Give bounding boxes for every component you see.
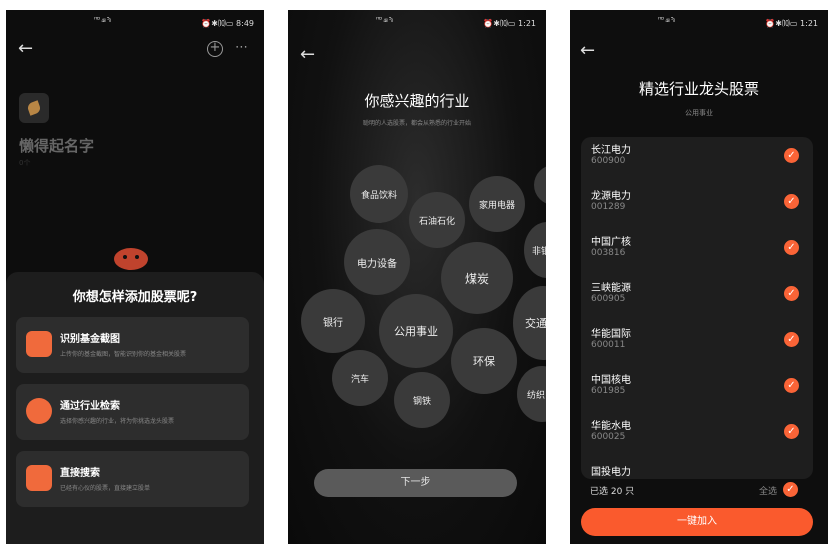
stock-code: 001289 [591,202,626,212]
stock-code: 600905 [591,294,626,304]
industry-bubble[interactable]: 煤炭 [441,242,513,314]
portfolio-count: 0个 [19,159,31,167]
industry-bubble[interactable]: 银行 [301,289,365,353]
stock-name: 华能国际 [591,329,631,340]
industry-bubble[interactable]: 非银 [524,222,546,278]
screen-leader-stocks: ᴴᴰ ₄ᵢₗ ⁵ᵢₗ ⏰✱⑽▭ 1:21 ← 精选行业龙头股票 公用事业 长江电… [570,10,828,544]
stock-row[interactable]: 龙源电力 001289 ✓ [591,185,803,231]
select-all-check-icon[interactable]: ✓ [783,482,798,497]
industry-bubble-offscreen[interactable] [534,165,546,205]
back-arrow-icon[interactable]: ← [300,46,315,64]
industry-bubble[interactable]: 钢铁 [394,372,450,428]
stock-row[interactable]: 华能国际 600011 ✓ [591,323,803,369]
bottom-sheet: 你想怎样添加股票呢? 识别基金截图 上传你的基金截图，智能识别你的基金相关股票 … [6,272,264,544]
mascot-icon [114,248,148,270]
status-right: ⏰✱⑽▭ 1:21 [765,19,818,28]
option-industry-search[interactable]: 通过行业检索 选择你感兴趣的行业，将为你挑选龙头股票 [16,384,249,440]
page-title: 精选行业龙头股票 [638,80,759,98]
select-all-label[interactable]: 全选 [759,484,777,497]
check-icon[interactable]: ✓ [784,286,799,301]
stock-row[interactable]: 国投电力 [591,461,803,479]
stock-code: 003816 [591,248,626,258]
industry-bubble[interactable]: 纺织 [517,366,546,422]
stock-row[interactable]: 长江电力 600900 ✓ [591,139,803,185]
page-subtitle: 聪明的人选股票，都会从熟悉的行业开始 [362,120,471,127]
stock-list: 长江电力 600900 ✓ 龙源电力 001289 ✓ 中国广核 003816 … [581,137,813,479]
carrier-signal: ᴴᴰ ₄ᵢₗ ⁵ᵢₗ [376,16,393,24]
more-icon[interactable]: ⋯ [235,40,249,55]
search-doc-icon [26,465,52,491]
check-icon[interactable]: ✓ [784,194,799,209]
stock-row[interactable]: 三峡能源 600905 ✓ [591,277,803,323]
stock-row[interactable]: 中国广核 003816 ✓ [591,231,803,277]
stock-name: 华能水电 [591,421,631,432]
screen-add-stock-method: ᴴᴰ ₄ᵢₗ ⁵ᵢₗ ⏰✱⑽▭ 8:49 ← + ⋯ 懒得起名字 0个 你想怎样… [6,10,264,544]
stock-code: 601985 [591,386,626,396]
stock-name: 中国广核 [591,237,631,248]
stock-code: 600025 [591,432,626,442]
option-desc: 已经有心仪的股票，直接建立股单 [60,485,151,492]
stock-name: 中国核电 [591,375,631,386]
carrier-signal: ᴴᴰ ₄ᵢₗ ⁵ᵢₗ [94,16,111,24]
back-arrow-icon[interactable]: ← [580,42,595,60]
back-arrow-icon[interactable]: ← [18,40,33,58]
status-bar: ᴴᴰ ₄ᵢₗ ⁵ᵢₗ ⏰✱⑽▭ 1:21 [288,10,546,32]
option-fund-screenshot[interactable]: 识别基金截图 上传你的基金截图，智能识别你的基金相关股票 [16,317,249,373]
industry-bubble[interactable]: 交通 [513,286,546,360]
portfolio-avatar [19,93,49,123]
stock-name: 三峡能源 [591,283,631,294]
industry-bubble[interactable]: 汽车 [332,350,388,406]
check-icon[interactable]: ✓ [784,332,799,347]
carrier-signal: ᴴᴰ ₄ᵢₗ ⁵ᵢₗ [658,16,675,24]
stock-code: 600900 [591,156,626,166]
check-icon[interactable]: ✓ [784,378,799,393]
option-title: 识别基金截图 [60,334,120,345]
industry-bubble[interactable]: 公用事业 [379,294,453,368]
stock-row[interactable]: 华能水电 600025 ✓ [591,415,803,461]
selection-bar: 已选 20 只 全选 ✓ [570,479,828,501]
option-direct-search[interactable]: 直接搜索 已经有心仪的股票，直接建立股单 [16,451,249,507]
status-bar: ᴴᴰ ₄ᵢₗ ⁵ᵢₗ ⏰✱⑽▭ 8:49 [6,10,264,32]
stock-name: 国投电力 [591,467,631,478]
chart-icon [26,331,52,357]
industry-bubble[interactable]: 电力设备 [344,229,410,295]
target-icon [26,398,52,424]
check-icon[interactable]: ✓ [784,240,799,255]
page-subtitle: 公用事业 [685,109,713,117]
page-title: 你感兴趣的行业 [364,92,470,110]
stock-name: 龙源电力 [591,191,631,202]
option-desc: 上传你的基金截图，智能识别你的基金相关股票 [60,351,187,358]
check-icon[interactable]: ✓ [784,148,799,163]
sheet-title: 你想怎样添加股票呢? [72,290,198,305]
industry-bubble[interactable]: 家用电器 [469,176,525,232]
industry-bubble[interactable]: 环保 [451,328,517,394]
add-circle-icon[interactable]: + [207,41,223,57]
status-right: ⏰✱⑽▭ 8:49 [201,19,254,28]
stock-code: 600011 [591,340,626,350]
option-desc: 选择你感兴趣的行业，将为你挑选龙头股票 [60,418,175,425]
add-all-button[interactable]: 一键加入 [581,508,813,536]
next-button[interactable]: 下一步 [314,469,517,497]
industry-bubble[interactable]: 石油石化 [409,192,465,248]
selected-count: 已选 20 只 [590,487,635,497]
option-title: 通过行业检索 [60,401,120,412]
stock-row[interactable]: 中国核电 601985 ✓ [591,369,803,415]
industry-bubble[interactable]: 食品饮料 [350,165,408,223]
status-right: ⏰✱⑽▭ 1:21 [483,19,536,28]
stock-name: 长江电力 [591,145,631,156]
check-icon[interactable]: ✓ [784,424,799,439]
status-bar: ᴴᴰ ₄ᵢₗ ⁵ᵢₗ ⏰✱⑽▭ 1:21 [570,10,828,32]
screen-industry-select: ᴴᴰ ₄ᵢₗ ⁵ᵢₗ ⏰✱⑽▭ 1:21 ← 你感兴趣的行业 聪明的人选股票，都… [288,10,546,544]
portfolio-name: 懒得起名字 [19,137,95,155]
option-title: 直接搜索 [60,468,100,479]
